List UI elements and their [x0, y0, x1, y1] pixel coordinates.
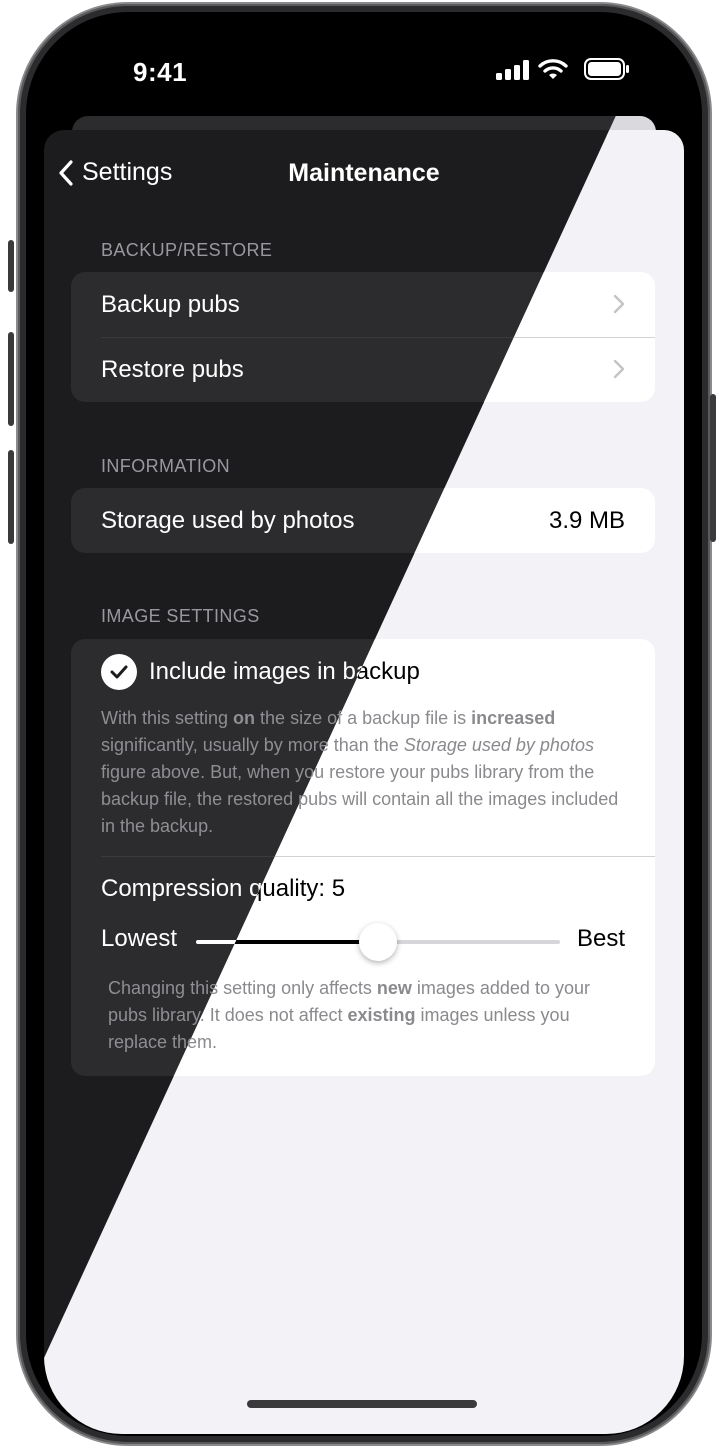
volume-up-button [8, 332, 14, 426]
row-label: Restore pubs [101, 355, 244, 383]
screen: Settings Maintenance BACKUP/RESTORE Back… [44, 22, 684, 1434]
chevron-right-icon [613, 359, 625, 379]
section-header-backup: BACKUP/RESTORE [101, 240, 273, 260]
cellular-signal-icon [496, 60, 529, 80]
battery-icon [584, 58, 629, 80]
status-bar: 9:41 [44, 22, 684, 122]
compression-slider[interactable] [196, 923, 560, 961]
slider-thumb[interactable] [359, 923, 397, 961]
chevron-right-icon [613, 294, 625, 314]
storage-label: Storage used by photos [101, 506, 355, 534]
status-time: 9:41 [133, 57, 188, 87]
volume-down-button [8, 450, 14, 544]
row-label: Backup pubs [101, 290, 240, 318]
slider-max-label: Best [576, 925, 625, 952]
action-button [8, 240, 14, 292]
checkmark-circle-icon[interactable] [101, 654, 137, 690]
home-indicator[interactable] [247, 1400, 477, 1408]
section-header-image-settings: IMAGE SETTINGS [101, 606, 260, 626]
storage-value: 3.9 MB [548, 506, 625, 534]
wifi-icon [538, 59, 568, 79]
power-button [710, 394, 716, 542]
slider-min-label: Lowest [101, 925, 178, 952]
section-header-information: INFORMATION [101, 456, 231, 476]
